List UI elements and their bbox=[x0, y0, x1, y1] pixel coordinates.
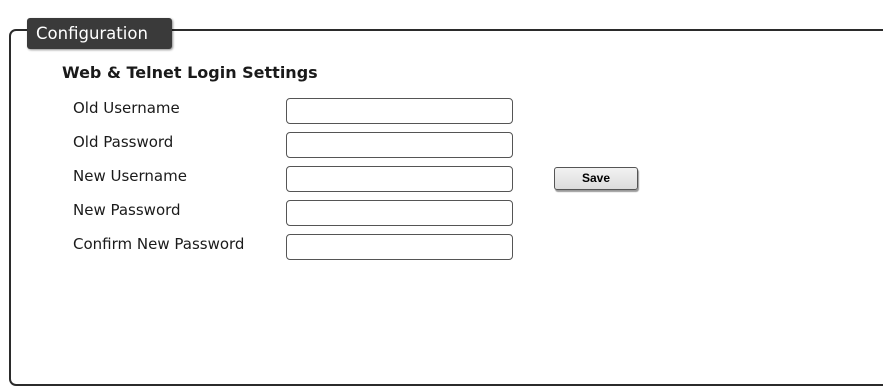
old-username-input[interactable] bbox=[286, 98, 513, 124]
old-password-input[interactable] bbox=[286, 132, 513, 158]
old-password-label: Old Password bbox=[73, 133, 174, 151]
section-title: Web & Telnet Login Settings bbox=[62, 63, 318, 82]
new-password-label: New Password bbox=[73, 201, 181, 219]
confirm-new-password-label: Confirm New Password bbox=[73, 235, 245, 253]
new-username-input[interactable] bbox=[286, 166, 513, 192]
configuration-tab: Configuration bbox=[27, 18, 172, 49]
confirm-new-password-input[interactable] bbox=[286, 234, 513, 260]
new-username-label: New Username bbox=[73, 167, 187, 185]
new-password-input[interactable] bbox=[286, 200, 513, 226]
save-button[interactable]: Save bbox=[554, 167, 638, 190]
old-username-label: Old Username bbox=[73, 99, 180, 117]
